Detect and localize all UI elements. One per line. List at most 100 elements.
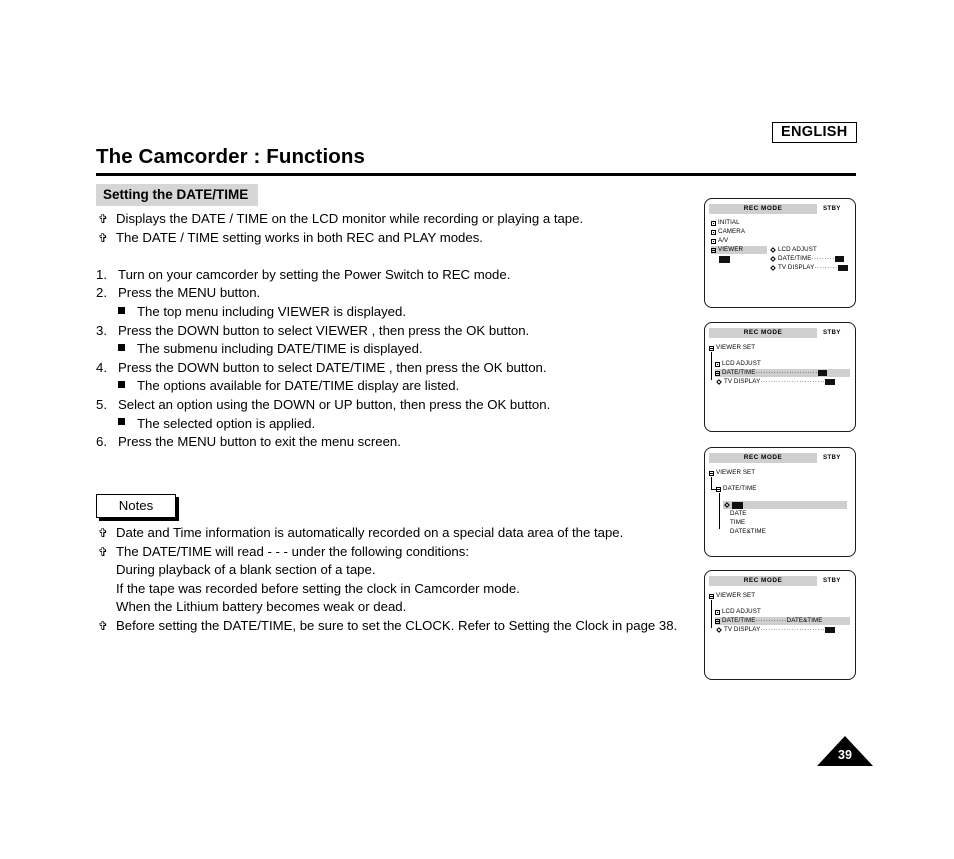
off-value-badge-icon <box>732 501 743 509</box>
diamond-icon <box>770 247 776 253</box>
step-substep: The selected option is applied. <box>96 415 696 434</box>
diamond-icon <box>716 379 722 385</box>
lcd-menu-label: TV DISPLAY <box>724 378 761 385</box>
intro-bullet: ✞ Displays the DATE / TIME on the LCD mo… <box>96 210 696 229</box>
step-substep: The submenu including DATE/TIME is displ… <box>96 340 696 359</box>
lcd-menu-label: LCD ADJUST <box>722 360 761 367</box>
language-badge: ENGLISH <box>772 122 857 143</box>
folder-open-icon <box>711 247 716 253</box>
tv-display-value-icon <box>825 627 836 633</box>
folder-open-icon <box>715 370 720 376</box>
note-item: If the tape was recorded before setting … <box>96 580 716 599</box>
step-row: 2. Press the MENU button. <box>96 284 696 303</box>
square-bullet-icon <box>118 340 137 359</box>
lcd-menu-item-camera[interactable]: CAMERA <box>711 228 745 236</box>
step-substep: The options available for DATE/TIME disp… <box>96 377 696 396</box>
note-item: ✞ Before setting the DATE/TIME, be sure … <box>96 617 716 636</box>
lcd-title: REC MODE <box>743 329 783 336</box>
substep-text: The selected option is applied. <box>137 415 316 431</box>
lcd-menu-item-date-time[interactable]: DATE/TIME ············ DATE&TIME <box>715 617 850 625</box>
note-item: During playback of a blank section of a … <box>96 561 716 580</box>
leader-dots: ············ <box>755 618 787 624</box>
lcd-menu-root-viewer-set[interactable]: VIEWER SET <box>709 344 755 352</box>
page-number-text: 39 <box>838 748 852 762</box>
note-text: During playback of a blank section of a … <box>116 562 376 578</box>
lcd-menu-item-initial[interactable]: INITIAL <box>711 219 740 227</box>
lcd-menu-label: A/V <box>718 237 729 244</box>
lcd-option-label: DATE <box>730 510 747 517</box>
lcd-menu-root-viewer-set[interactable]: VIEWER SET <box>709 469 755 477</box>
lcd-menu-label: INITIAL <box>718 219 740 226</box>
folder-open-icon <box>716 486 721 492</box>
lcd-option-label: TIME <box>730 519 746 526</box>
lcd-screen-4: REC MODE STBY VIEWER SET LCD ADJUST DATE… <box>704 570 856 680</box>
instructions-column: ✞ Displays the DATE / TIME on the LCD mo… <box>96 210 696 452</box>
lcd-menu-item-date-time[interactable]: DATE/TIME ························ <box>715 369 850 377</box>
tv-display-value-icon <box>825 379 836 385</box>
lcd-title: REC MODE <box>743 454 783 461</box>
folder-icon <box>711 238 716 244</box>
lcd-menu-item-av[interactable]: A/V <box>711 237 728 245</box>
folder-open-icon <box>715 618 720 624</box>
folder-icon <box>711 229 716 235</box>
diamond-icon <box>770 256 776 262</box>
substep-text: The top menu including VIEWER is display… <box>137 303 407 319</box>
step-text: Press the MENU button to exit the menu s… <box>118 434 401 450</box>
tree-connector <box>719 493 720 529</box>
folder-icon <box>711 220 716 226</box>
lcd-option-label: DATE&TIME <box>730 528 766 535</box>
note-text: If the tape was recorded before setting … <box>116 580 520 596</box>
step-row: 1. Turn on your camcorder by setting the… <box>96 266 696 285</box>
lcd-menu-label: TV DISPLAY <box>724 626 761 633</box>
lcd-submenu-tv-display[interactable]: TV DISPLAY ········· <box>770 264 848 272</box>
folder-open-icon <box>709 470 714 476</box>
lcd-menu-label: VIEWER SET <box>716 592 756 599</box>
lcd-menu-root-viewer-set[interactable]: VIEWER SET <box>709 592 755 600</box>
leader-dots: ········· <box>811 256 835 262</box>
date-time-value-icon <box>817 370 827 376</box>
lcd-status: STBY <box>823 205 841 212</box>
diamond-icon <box>770 265 776 271</box>
lcd-submenu-date-time[interactable]: DATE/TIME ········· <box>770 255 844 263</box>
lcd-option-off[interactable] <box>723 501 847 509</box>
step-text: Turn on your camcorder by setting the Po… <box>118 266 511 282</box>
lcd-status: STBY <box>823 454 841 461</box>
title-divider <box>96 173 856 176</box>
folder-open-icon <box>709 345 714 351</box>
lcd-menu-label: DATE/TIME <box>722 369 756 376</box>
note-text: The DATE/TIME will read - - - under the … <box>116 543 470 559</box>
flower-bullet-icon: ✞ <box>98 526 109 540</box>
folder-icon <box>715 361 720 367</box>
lcd-option-date[interactable]: DATE <box>730 510 746 518</box>
lcd-menu-label: VIEWER <box>718 246 744 253</box>
lcd-menu-branch-date-time[interactable]: DATE/TIME <box>716 485 756 493</box>
step-text: Select an option using the DOWN or UP bu… <box>118 396 551 412</box>
step-number: 6. <box>96 434 107 450</box>
lcd-menu-item-viewer[interactable]: VIEWER <box>711 246 767 254</box>
lcd-menu-item-lcd-adjust[interactable]: LCD ADJUST <box>715 608 761 616</box>
note-item: When the Lithium battery becomes weak or… <box>96 598 716 617</box>
lcd-option-date-and-time[interactable]: DATE&TIME <box>730 528 766 536</box>
lcd-submenu-lcd-adjust[interactable]: LCD ADJUST <box>770 246 817 254</box>
section-heading: Setting the DATE/TIME <box>96 184 259 206</box>
notes-column: ✞ Date and Time information is automatic… <box>96 524 716 636</box>
lcd-screen-2: REC MODE STBY VIEWER SET LCD ADJUST DATE… <box>704 322 856 432</box>
lcd-option-time[interactable]: TIME <box>730 519 745 527</box>
notes-label-box: Notes <box>96 494 176 518</box>
lcd-menu-item-tv-display[interactable]: TV DISPLAY ························· <box>716 626 836 634</box>
note-text: Date and Time information is automatical… <box>116 525 624 540</box>
lcd-menu-label: DATE/TIME <box>723 485 757 492</box>
lcd-status: STBY <box>823 329 841 336</box>
lcd-menu-selection-badge <box>719 255 730 263</box>
intro-bullet-text: Displays the DATE / TIME on the LCD moni… <box>116 211 584 226</box>
substep-text: The options available for DATE/TIME disp… <box>137 378 460 394</box>
step-text: Press the DOWN button to select VIEWER ,… <box>118 322 530 338</box>
leader-dots: ········· <box>814 265 838 271</box>
lcd-menu-item-tv-display[interactable]: TV DISPLAY ························· <box>716 378 836 386</box>
lcd-title: REC MODE <box>743 577 783 584</box>
lcd-submenu-label: DATE/TIME <box>778 255 812 262</box>
lcd-title: REC MODE <box>743 205 783 212</box>
flower-bullet-icon: ✞ <box>98 230 109 245</box>
lcd-menu-item-lcd-adjust[interactable]: LCD ADJUST <box>715 360 761 368</box>
